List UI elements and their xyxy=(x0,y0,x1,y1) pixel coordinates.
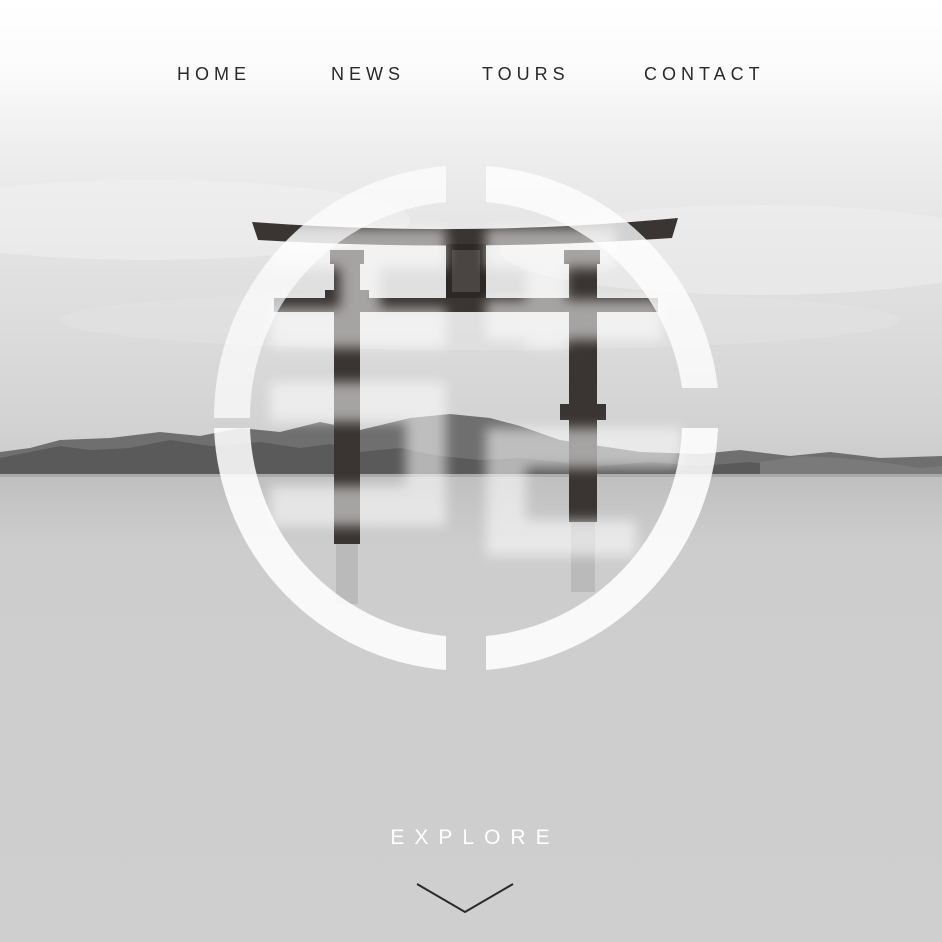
hero-section: HOME NEWS TOURS CONTACT EXPLORE xyxy=(0,0,942,942)
nav-link-tours[interactable]: TOURS xyxy=(482,64,570,85)
nav-link-home[interactable]: HOME xyxy=(177,64,251,85)
explore-link[interactable]: EXPLORE xyxy=(0,826,942,850)
nav-link-news[interactable]: NEWS xyxy=(331,64,405,85)
chevron-down-icon[interactable] xyxy=(413,880,517,918)
main-navigation: HOME NEWS TOURS CONTACT xyxy=(0,64,942,90)
circular-seal-logo-icon xyxy=(213,166,718,670)
nav-link-contact[interactable]: CONTACT xyxy=(644,64,765,85)
